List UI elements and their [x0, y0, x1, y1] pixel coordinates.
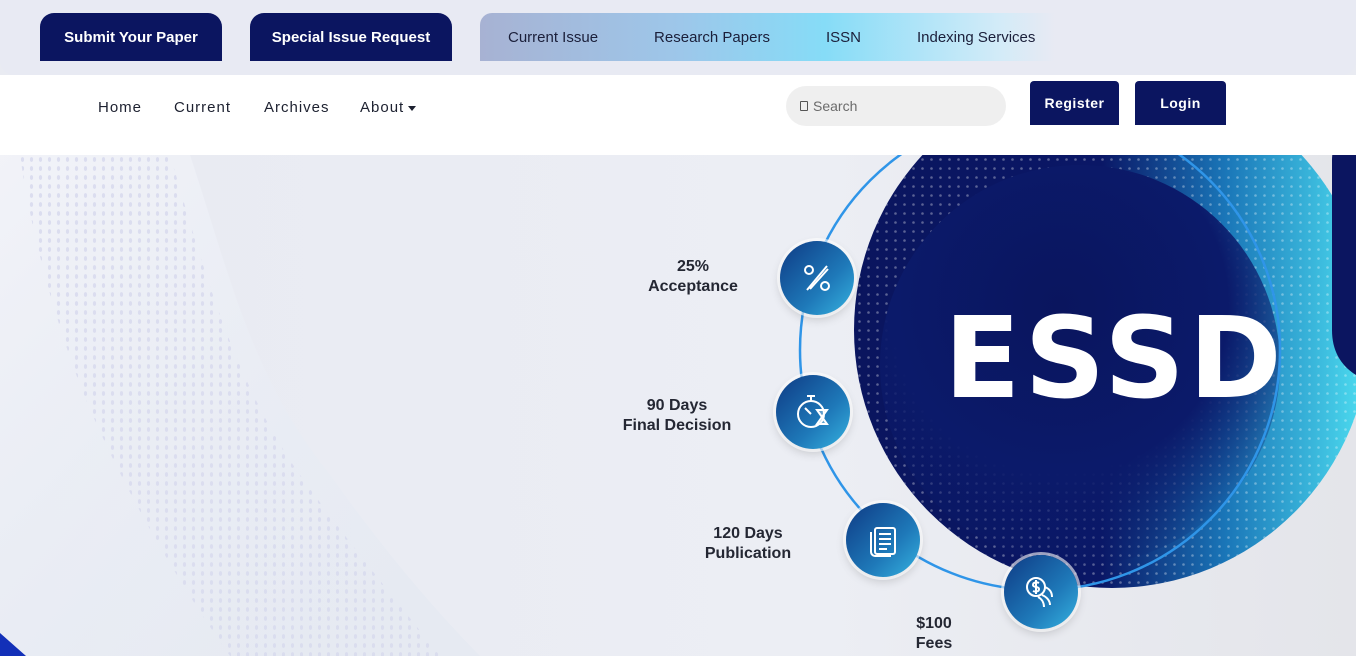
- coins-icon: [1004, 555, 1078, 629]
- nav-current[interactable]: Current: [174, 99, 231, 116]
- top-bar: Submit Your Paper Special Issue Request …: [0, 0, 1356, 75]
- stopwatch-hourglass-icon: [776, 375, 850, 449]
- nav-about-label: About: [360, 99, 405, 116]
- stat-final-decision-value: 90 Days: [646, 397, 708, 414]
- link-indexing-services[interactable]: Indexing Services: [917, 29, 1035, 46]
- percent-icon: [780, 241, 854, 315]
- main-nav: Home Current Archives About Search Regis…: [0, 75, 1356, 155]
- stat-acceptance-value: 25%: [676, 258, 710, 275]
- stat-publication-label: Publication: [704, 545, 792, 562]
- login-button[interactable]: Login: [1135, 81, 1226, 125]
- link-current-issue[interactable]: Current Issue: [508, 29, 598, 46]
- stat-publication: 120 Days Publication: [690, 524, 806, 564]
- search-icon: [800, 101, 808, 111]
- special-issue-request-button[interactable]: Special Issue Request: [250, 13, 452, 61]
- stat-acceptance-label: Acceptance: [648, 278, 738, 295]
- stat-publication-value: 120 Days: [713, 525, 783, 542]
- brand-wordmark: ESSD: [944, 294, 1286, 424]
- caret-down-icon: [408, 105, 417, 111]
- nav-home[interactable]: Home: [98, 99, 142, 116]
- stat-fees-value: $100: [916, 615, 952, 632]
- nav-archives[interactable]: Archives: [264, 99, 330, 116]
- link-issn[interactable]: ISSN: [826, 29, 861, 46]
- search-input[interactable]: Search: [786, 86, 1006, 126]
- stat-final-decision-label: Final Decision: [622, 417, 732, 434]
- quick-links-bar: Current Issue Research Papers ISSN Index…: [480, 13, 1055, 61]
- register-button[interactable]: Register: [1030, 81, 1119, 125]
- stat-fees: $100 Fees: [900, 614, 968, 654]
- link-research-papers[interactable]: Research Papers: [654, 29, 770, 46]
- stat-fees-label: Fees: [915, 635, 953, 652]
- submit-paper-button[interactable]: Submit Your Paper: [40, 13, 222, 61]
- nav-about-dropdown[interactable]: About: [360, 99, 417, 116]
- stat-final-decision: 90 Days Final Decision: [612, 396, 742, 436]
- hero-banner: ESSD 25% Acceptance 90 Days Final Decisi…: [0, 155, 1356, 656]
- document-icon: [846, 503, 920, 577]
- search-placeholder: Search: [813, 98, 858, 114]
- stat-acceptance: 25% Acceptance: [640, 257, 746, 297]
